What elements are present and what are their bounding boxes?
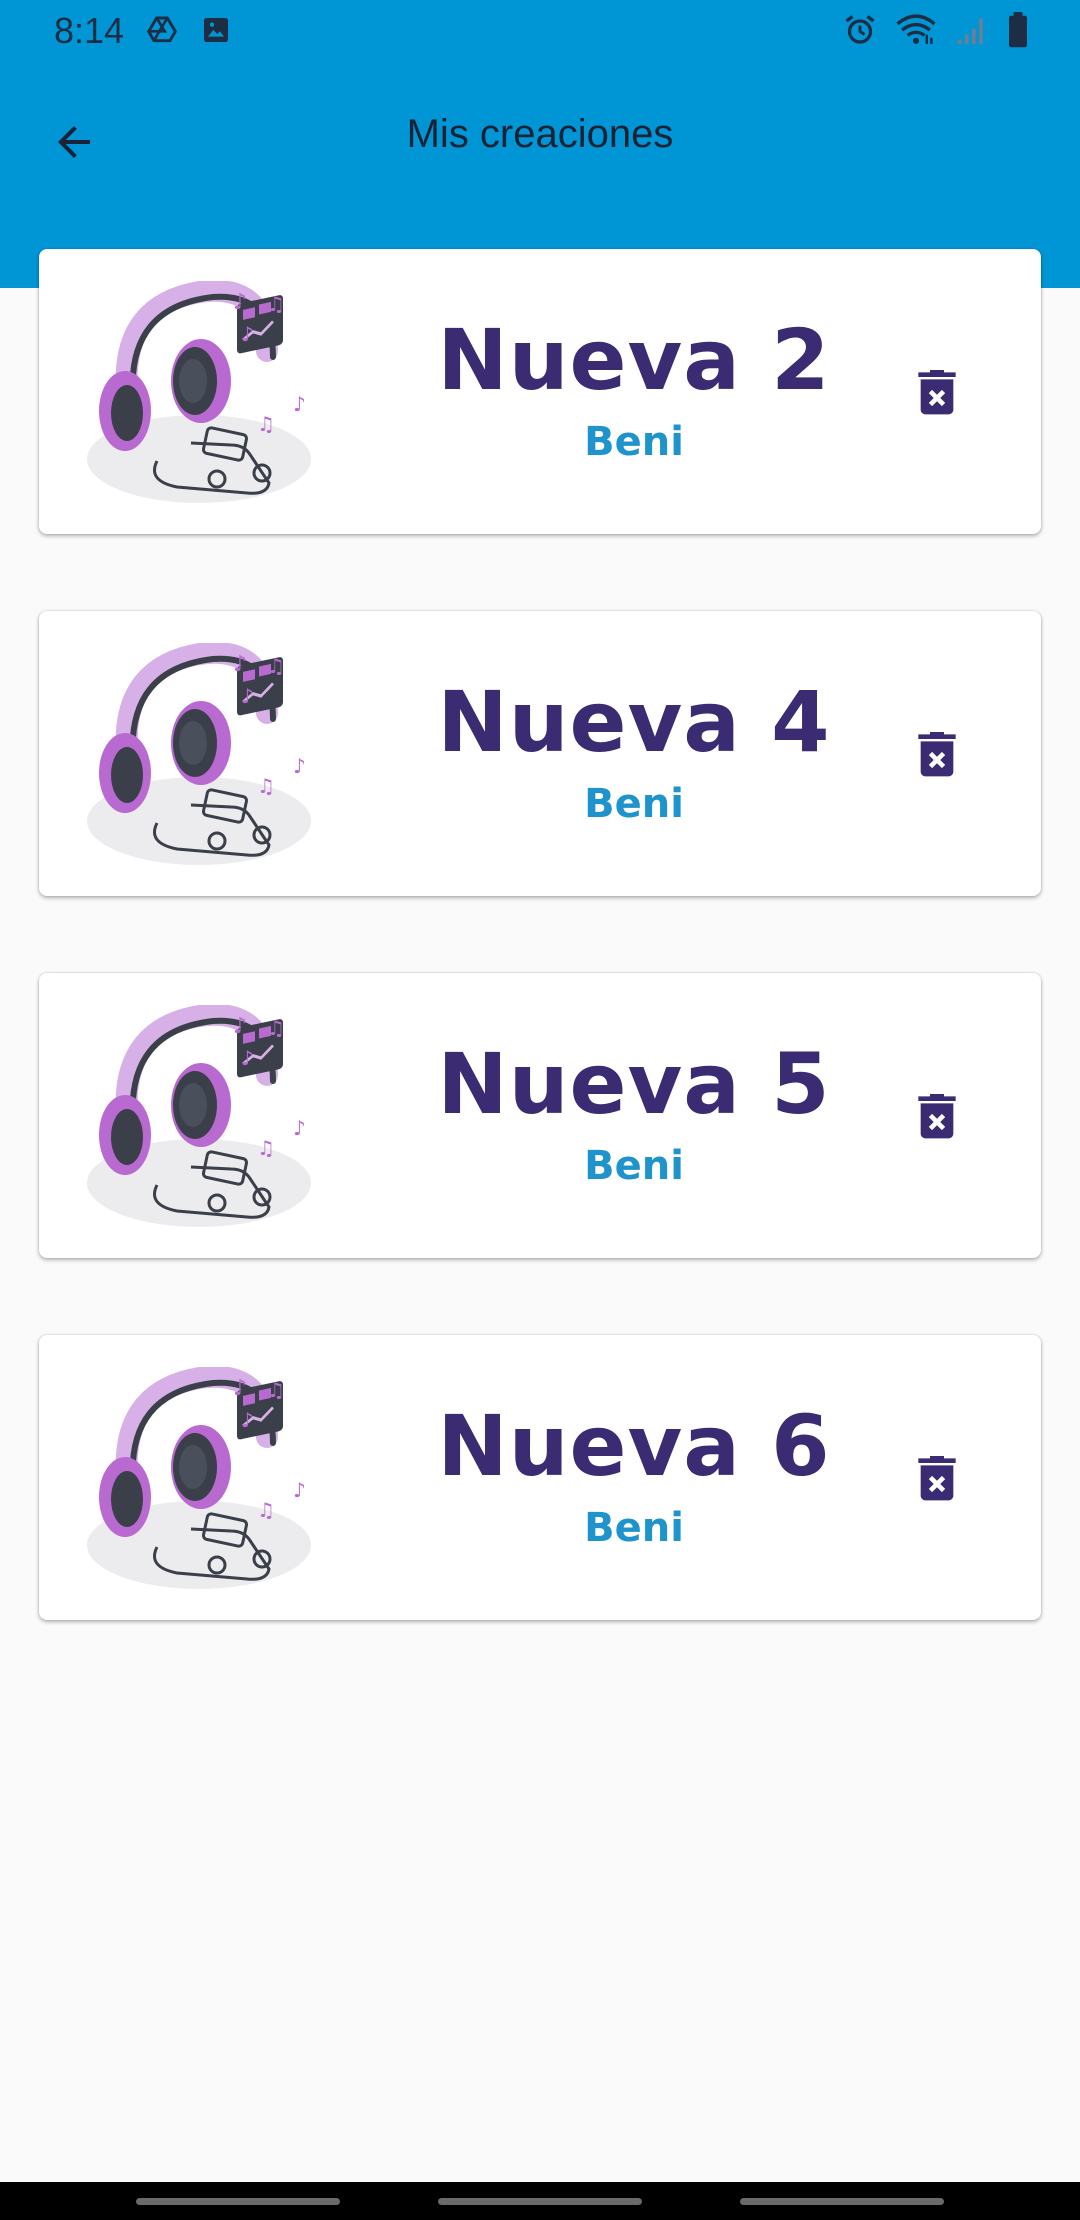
image-icon (200, 14, 232, 50)
delete-icon (909, 363, 965, 419)
delete-icon (909, 1449, 965, 1505)
page-title: Mis creaciones (406, 112, 674, 156)
battery-icon (1006, 12, 1030, 52)
creation-card[interactable]: Nueva 6 Beni (39, 1335, 1041, 1620)
alarm-icon (842, 12, 878, 52)
drive-icon (146, 14, 178, 50)
creation-author: Beni (584, 781, 684, 827)
system-nav-bar (0, 2182, 1080, 2220)
creation-card[interactable]: Nueva 5 Beni (39, 973, 1041, 1258)
app-bar: Mis creaciones (0, 86, 1080, 186)
delete-button[interactable] (901, 717, 973, 789)
app-header: 8:14 Mis creaciones (0, 0, 1080, 288)
delete-button[interactable] (901, 355, 973, 427)
status-bar: 8:14 (0, 0, 1080, 66)
delete-button[interactable] (901, 1441, 973, 1513)
delete-icon (909, 1087, 965, 1143)
creation-card[interactable]: Nueva 4 Beni (39, 611, 1041, 896)
headphones-illustration (87, 281, 327, 506)
creation-title: Nueva 2 (437, 311, 831, 409)
home-nav-indicator[interactable] (438, 2198, 642, 2205)
signal-icon (954, 13, 988, 51)
delete-icon (909, 725, 965, 781)
creation-title: Nueva 5 (437, 1035, 831, 1133)
creation-card[interactable]: Nueva 2 Beni (39, 249, 1041, 534)
headphones-illustration (87, 1367, 327, 1592)
recents-nav-indicator[interactable] (136, 2198, 340, 2205)
headphones-illustration (87, 643, 327, 868)
creation-author: Beni (584, 1143, 684, 1189)
creation-title: Nueva 6 (437, 1397, 831, 1495)
headphones-illustration (87, 1005, 327, 1230)
creation-author: Beni (584, 1505, 684, 1551)
creation-author: Beni (584, 419, 684, 465)
wifi-icon (896, 12, 936, 52)
delete-button[interactable] (901, 1079, 973, 1151)
status-time: 8:14 (54, 10, 125, 51)
back-nav-indicator[interactable] (740, 2198, 944, 2205)
creation-title: Nueva 4 (437, 673, 831, 771)
